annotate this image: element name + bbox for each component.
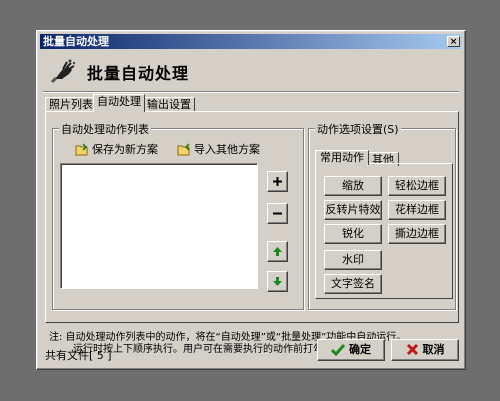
fancy-border-button[interactable]: 花样边框 (388, 200, 446, 220)
import-scheme-label: 导入其他方案 (194, 143, 260, 156)
tab-auto-process[interactable]: 自动处理 (93, 94, 145, 112)
import-folder-icon (177, 143, 190, 156)
arrow-down-icon (273, 277, 282, 286)
add-action-button[interactable] (267, 171, 288, 192)
import-scheme-button[interactable]: 导入其他方案 (177, 141, 260, 157)
scale-button[interactable]: 缩放 (324, 176, 382, 196)
tab-output-settings[interactable]: 输出设置 (143, 97, 195, 112)
close-icon: × (449, 37, 458, 47)
save-scheme-button[interactable]: 保存为新方案 (75, 141, 158, 157)
action-options-title: 动作选项设置(S) (315, 121, 401, 137)
move-up-button[interactable] (267, 241, 288, 262)
title-bar[interactable]: 批量自动处理 × (40, 34, 462, 49)
move-down-button[interactable] (267, 271, 288, 292)
easy-border-button[interactable]: 轻松边框 (388, 176, 446, 196)
cancel-button[interactable]: 取消 (391, 339, 459, 361)
wand-hand-icon (49, 57, 77, 88)
watermark-button[interactable]: 水印 (324, 250, 382, 270)
text-signature-button[interactable]: 文字签名 (324, 274, 382, 294)
torn-border-button[interactable]: 撕边边框 (388, 224, 446, 244)
action-list-group: 自动处理动作列表 保存为新方案 导入其他方案 (52, 121, 304, 310)
check-icon (330, 344, 346, 357)
save-scheme-label: 保存为新方案 (92, 143, 158, 156)
minus-icon (273, 212, 282, 215)
action-list-title: 自动处理动作列表 (59, 121, 151, 137)
window-title: 批量自动处理 (43, 35, 109, 48)
invert-effect-button[interactable]: 反转片特效 (324, 200, 382, 220)
arrow-up-icon (273, 247, 282, 256)
header-title: 批量自动处理 (87, 64, 190, 83)
file-count-status: 共有文件[ 5 ] (45, 349, 112, 362)
sharpen-button[interactable]: 锐化 (324, 224, 382, 244)
tab-panel: 自动处理动作列表 保存为新方案 导入其他方案 动作选项设置(S) 常用动作 其他… (45, 111, 459, 323)
tab-photo-list[interactable]: 照片列表 (45, 97, 97, 112)
save-folder-icon (75, 143, 88, 156)
tab-common-actions[interactable]: 常用动作 (315, 150, 369, 165)
cross-icon (406, 343, 418, 356)
cancel-label: 取消 (422, 343, 445, 356)
ok-label: 确定 (349, 343, 371, 356)
ok-button[interactable]: 确定 (317, 339, 385, 361)
action-listbox[interactable] (60, 163, 258, 289)
header-divider (43, 91, 459, 93)
action-options-group: 动作选项设置(S) 常用动作 其他 缩放 轻松边框 反转片特效 花样边框 锐化 … (308, 121, 456, 310)
plus-icon (273, 177, 282, 186)
close-button[interactable]: × (447, 36, 460, 47)
common-actions-panel: 缩放 轻松边框 反转片特效 花样边框 锐化 撕边边框 水印 文字签名 (315, 163, 453, 299)
batch-process-dialog: 批量自动处理 × 批量自动处理 照片列表 自动处理 输出设置 自动处理动作列表 (36, 30, 466, 370)
remove-action-button[interactable] (267, 203, 288, 224)
